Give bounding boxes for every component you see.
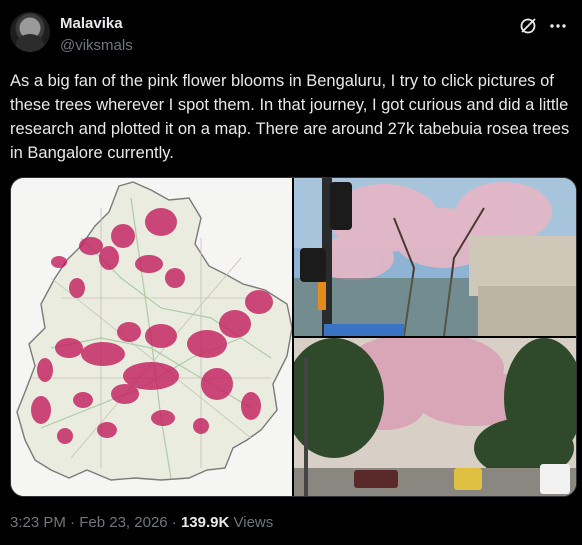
grok-icon[interactable]	[518, 16, 538, 36]
tweet-meta: 3:23 PM · Feb 23, 2026 · 139.9K Views	[10, 514, 273, 531]
meta-separator: ·	[65, 514, 80, 531]
tweet-time[interactable]: 3:23 PM	[10, 514, 66, 531]
more-icon[interactable]	[548, 16, 568, 36]
views-count[interactable]: 139.9K	[181, 514, 229, 531]
meta-separator: ·	[167, 514, 181, 531]
avatar[interactable]	[10, 12, 50, 52]
map-graphic	[11, 178, 293, 496]
photo-graphic	[294, 338, 576, 496]
author-handle[interactable]: @viksmals	[60, 37, 133, 54]
media-grid	[10, 177, 577, 497]
tweet-header: Malavika @viksmals	[10, 12, 572, 56]
views-label: Views	[229, 514, 274, 531]
tree-photo-street[interactable]	[294, 338, 576, 496]
author-name[interactable]: Malavika	[60, 15, 123, 32]
tree-map-image[interactable]	[11, 178, 293, 496]
tweet-date[interactable]: Feb 23, 2026	[79, 514, 167, 531]
photo-graphic	[294, 178, 576, 336]
tree-photo-traffic-signal[interactable]	[294, 178, 576, 336]
tweet-text: As a big fan of the pink flower blooms i…	[10, 72, 570, 162]
